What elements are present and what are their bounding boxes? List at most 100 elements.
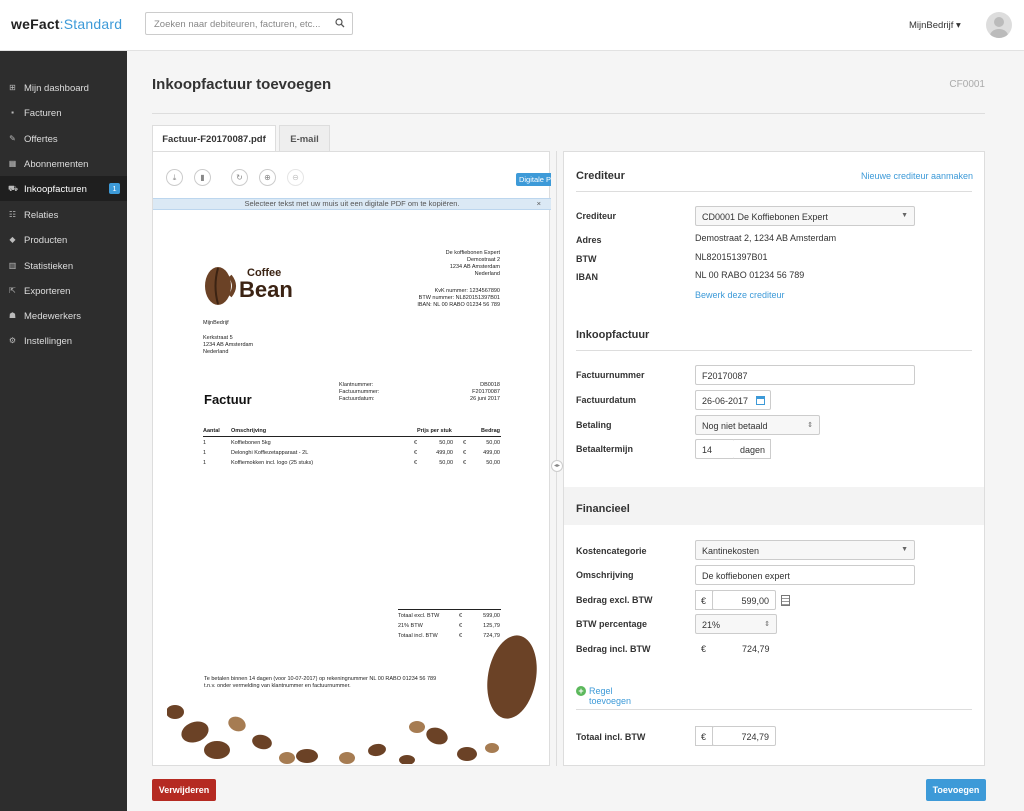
- totals-rule: [398, 609, 501, 610]
- search-icon[interactable]: [335, 18, 345, 31]
- invoice-title: Factuur: [204, 392, 252, 407]
- label-iban: IBAN: [576, 272, 598, 282]
- panel-splitter[interactable]: ◂▸: [551, 151, 563, 766]
- invoice-date-input[interactable]: 26-06-2017: [695, 390, 771, 410]
- new-creditor-link[interactable]: Nieuwe crediteur aanmaken: [861, 171, 973, 181]
- avatar[interactable]: [986, 12, 1012, 38]
- pdf-document: Coffee Bean De koffiebonen Expert Demost…: [167, 212, 537, 764]
- label-btw: BTW: [576, 254, 597, 264]
- total-value: 599,00: [483, 613, 500, 619]
- row-price: 50,00: [439, 440, 453, 446]
- label-bedrag-incl: Bedrag incl. BTW: [576, 644, 651, 654]
- value-bedrag-incl: 724,79: [742, 644, 770, 654]
- creditor-select[interactable]: CD0001 De Koffiebonen Expert ▼: [695, 206, 915, 226]
- sidebar-item-exporteren[interactable]: ⇱ Exporteren: [0, 278, 127, 303]
- meta-value: DB0018: [480, 382, 500, 388]
- info-bar: Selecteer tekst met uw muis uit een digi…: [153, 198, 551, 210]
- sidebar-item-relaties[interactable]: ☷ Relaties: [0, 202, 127, 227]
- user-menu[interactable]: MijnBedrijf ▾: [909, 20, 961, 31]
- calendar-icon: ▦: [8, 159, 17, 168]
- caret-down-icon: ▼: [901, 546, 908, 553]
- sidebar-item-inkoopfacturen[interactable]: ⛟ Inkoopfacturen 1: [0, 176, 127, 201]
- vat-percentage-select[interactable]: 21% ⇕: [695, 614, 777, 634]
- total-incl-input[interactable]: 724,79: [712, 726, 776, 746]
- tab-pdf[interactable]: Factuur-F20170087.pdf: [152, 125, 276, 151]
- row-cur: €: [463, 440, 467, 446]
- calculator-icon[interactable]: [781, 595, 790, 606]
- sidebar-item-instellingen[interactable]: ⚙ Instellingen: [0, 328, 127, 353]
- meta-label: Factuurdatum:: [339, 396, 375, 402]
- row-desc: Koffiebonen 5kg: [231, 440, 271, 446]
- trash-icon[interactable]: ▮: [194, 169, 211, 186]
- label-totaal: Totaal incl. BTW: [576, 732, 646, 742]
- row-cur: €: [463, 460, 467, 466]
- amount-excl-input[interactable]: 599,00: [712, 590, 776, 610]
- row-price: 50,00: [439, 460, 453, 466]
- edit-creditor-link[interactable]: Bewerk deze crediteur: [695, 290, 785, 300]
- row-amount: 50,00: [486, 440, 500, 446]
- sidebar-item-facturen[interactable]: ▪ Facturen: [0, 100, 127, 125]
- add-button[interactable]: Toevoegen: [926, 779, 986, 801]
- main-content: Inkoopfactuur toevoegen CF0001 Factuur-F…: [127, 51, 1024, 811]
- label-adres: Adres: [576, 235, 602, 245]
- meta-value: 26 juni 2017: [470, 396, 500, 402]
- resize-handle-icon[interactable]: ◂▸: [551, 460, 563, 472]
- currency-addon: €: [695, 726, 713, 746]
- sender-line: Demostraat 2: [466, 257, 500, 263]
- dashboard-icon: ⊞: [9, 83, 16, 92]
- search-input[interactable]: Zoeken naar debiteuren, facturen, etc...: [145, 12, 353, 35]
- recipient-line: MijnBedrijf: [203, 320, 229, 326]
- col-header: Aantal: [203, 428, 220, 434]
- page-title: Inkoopfactuur toevoegen: [152, 76, 332, 93]
- calendar-icon[interactable]: [756, 396, 765, 405]
- label-betaaltermijn: Betaaltermijn: [576, 444, 634, 454]
- row-cur: €: [414, 440, 418, 446]
- divider: [576, 350, 972, 351]
- section-title-financieel: Financieel: [576, 503, 630, 515]
- pdf-viewer: ⤓ ▮ ↻ ⊕ ⊖ Digitale PDF Selecteer tekst m…: [152, 151, 564, 766]
- row-cur: €: [414, 450, 418, 456]
- col-header: Bedrag: [481, 428, 500, 434]
- cart-icon: ⛟: [8, 184, 19, 193]
- description-input[interactable]: De koffiebonen expert: [695, 565, 915, 585]
- cost-category-select[interactable]: Kantinekosten ▼: [695, 540, 915, 560]
- zoom-out-icon[interactable]: ⊖: [287, 169, 304, 186]
- delete-button[interactable]: Verwijderen: [152, 779, 216, 801]
- sidebar: ⊞ Mijn dashboard ▪ Facturen ✎ Offertes ▦ Abo…: [0, 51, 127, 811]
- sender-line: De koffiebonen Expert: [445, 250, 500, 256]
- invoice-number-input[interactable]: F20170087: [695, 365, 915, 385]
- label-kostencategorie: Kostencategorie: [576, 546, 647, 556]
- sender-id: BTW nummer: NL820151397B01: [418, 295, 500, 301]
- table-rule: [203, 436, 501, 437]
- close-icon[interactable]: ×: [537, 199, 541, 209]
- row-cur: €: [414, 460, 418, 466]
- total-label: 21% BTW: [398, 623, 423, 629]
- footer-text: t.n.v. onder vermelding van klantnummer …: [204, 683, 351, 689]
- meta-value: F20170087: [472, 389, 500, 395]
- tab-email[interactable]: E-mail: [279, 125, 330, 151]
- sidebar-item-medewerkers[interactable]: ☗ Medewerkers: [0, 303, 127, 328]
- sidebar-item-statistieken[interactable]: ▥ Statistieken: [0, 253, 127, 278]
- sidebar-item-producten[interactable]: ◆ Producten: [0, 227, 127, 252]
- zoom-in-icon[interactable]: ⊕: [259, 169, 276, 186]
- payment-status-select[interactable]: Nog niet betaald ⇕: [695, 415, 820, 435]
- download-icon[interactable]: ⤓: [166, 169, 183, 186]
- total-cur: €: [459, 623, 463, 629]
- total-label: Totaal excl. BTW: [398, 613, 440, 619]
- sidebar-item-dashboard[interactable]: ⊞ Mijn dashboard: [0, 75, 127, 100]
- row-qty: 1: [203, 450, 207, 456]
- divider: [152, 113, 985, 114]
- row-qty: 1: [203, 460, 207, 466]
- wefact-logo[interactable]: weFact:Standard: [11, 16, 122, 32]
- sidebar-item-abonnementen[interactable]: ▦ Abonnementen: [0, 151, 127, 176]
- meta-label: Klantnummer:: [339, 382, 374, 388]
- users-icon: ☷: [8, 210, 17, 219]
- total-cur: €: [459, 613, 463, 619]
- recipient-line: Kerkstraat 5: [203, 335, 233, 341]
- rotate-icon[interactable]: ↻: [231, 169, 248, 186]
- payment-term-input[interactable]: 14: [695, 439, 735, 459]
- pencil-icon: ✎: [9, 134, 16, 143]
- sidebar-item-offertes[interactable]: ✎ Offertes: [0, 126, 127, 151]
- row-amount: 499,00: [483, 450, 500, 456]
- label-omschrijving: Omschrijving: [576, 570, 634, 580]
